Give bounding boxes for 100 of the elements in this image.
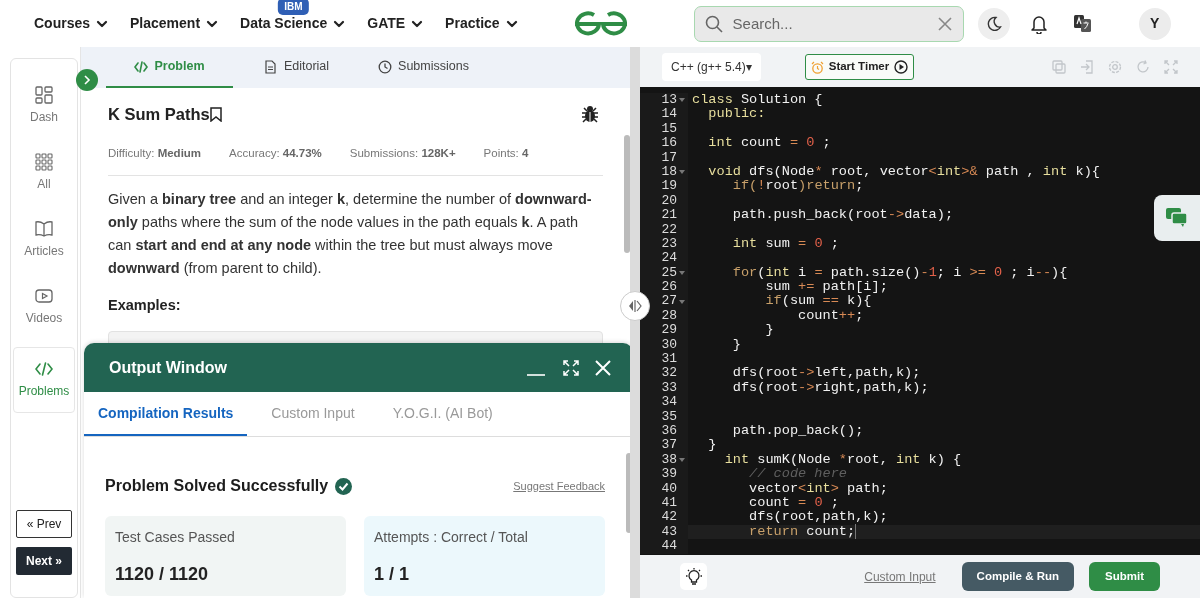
line-number: 42: [661, 510, 677, 525]
line-number: 34: [661, 395, 677, 410]
line-number: 20: [661, 193, 677, 209]
code-line: count = 0 ;: [748, 495, 839, 511]
language-dropdown[interactable]: C++ (g++ 5.4)▾: [662, 53, 761, 81]
line-number: 44: [661, 539, 677, 554]
document-icon: [263, 59, 278, 74]
problem-stat: Points: 4: [483, 145, 529, 161]
line-number: 35: [661, 409, 677, 424]
custom-input-link[interactable]: Custom Input: [864, 567, 936, 586]
sidebar-item[interactable]: Dash: [13, 79, 75, 133]
output-tab[interactable]: Compilation Results: [84, 392, 248, 436]
panel-tab[interactable]: Editorial: [233, 47, 360, 88]
panel-tab[interactable]: Submissions: [360, 47, 487, 88]
line-number: 22: [661, 222, 677, 237]
dashboard-icon: [35, 86, 53, 104]
fold-caret-icon: [678, 170, 685, 175]
code-line: class Solution {: [691, 93, 823, 108]
code-line: vector<int> path;: [748, 481, 888, 496]
success-message: Problem Solved Successfully: [105, 476, 329, 496]
scrollbar[interactable]: [624, 135, 630, 253]
code-line: if(!root)return;: [731, 179, 864, 194]
line-number: 23: [661, 236, 677, 252]
code-line: int sum = 0 ;: [731, 236, 839, 252]
menu-badge: IBM: [278, 0, 309, 15]
copy-icon: [1052, 60, 1066, 74]
nav-menu-item[interactable]: GATE: [367, 13, 424, 34]
bell-icon: [1029, 13, 1048, 34]
sidebar-item[interactable]: All: [13, 146, 75, 200]
fold-caret-icon: [678, 299, 685, 304]
search-field[interactable]: Search...: [693, 5, 964, 42]
next-button[interactable]: Next »: [16, 547, 72, 575]
settings-icon: [1108, 60, 1122, 74]
close-button[interactable]: [595, 359, 611, 376]
submit-button[interactable]: Submit: [1089, 561, 1160, 592]
refresh-icon: [1136, 60, 1150, 74]
import-icon: [1080, 60, 1094, 74]
bug-icon: [581, 105, 599, 124]
fullscreen-icon: [1164, 60, 1178, 74]
chat-button[interactable]: [1154, 195, 1200, 241]
problem-stat: Submissions: 128K+: [349, 145, 456, 161]
line-number: 31: [661, 352, 677, 367]
line-number: 30: [661, 337, 677, 353]
line-number: 29: [661, 323, 677, 338]
nav-menu-item[interactable]: Courses: [34, 13, 109, 34]
line-number: 17: [661, 150, 677, 165]
line-number: 41: [661, 495, 677, 511]
fullscreen-icon: [563, 359, 579, 376]
nav-menu-item[interactable]: Data Science: [240, 13, 346, 34]
video-icon: [35, 287, 53, 305]
line-number: 13: [661, 93, 677, 108]
alarm-clock-icon: [810, 60, 824, 74]
line-number: 18: [661, 164, 677, 180]
nav-menu-item[interactable]: Placement: [130, 13, 219, 34]
theme-toggle-button[interactable]: [977, 7, 1010, 40]
code-line: for(int i = path.size()-1; i >= 0 ; i--){: [731, 265, 1068, 281]
resize-icon: [628, 300, 642, 312]
problem-stat: Accuracy: 44.73%: [229, 145, 322, 161]
fold-caret-icon: [678, 270, 685, 275]
translate-icon: [1073, 15, 1091, 32]
code-line: }: [707, 438, 717, 453]
close-icon: [937, 16, 952, 31]
line-number: 37: [661, 438, 677, 453]
panel-tab[interactable]: Problem: [106, 47, 233, 88]
chat-icon: [1166, 208, 1188, 228]
line-number: 24: [661, 251, 677, 266]
result-label: Test Cases Passed: [115, 528, 236, 547]
avatar[interactable]: Y: [1138, 7, 1171, 40]
resize-handle[interactable]: [620, 291, 650, 321]
sidebar-item[interactable]: Articles: [13, 213, 75, 267]
line-number: 26: [661, 280, 677, 295]
start-timer-button[interactable]: Start Timer: [804, 54, 915, 80]
code-line: count++;: [797, 308, 864, 324]
line-number: 25: [661, 265, 677, 281]
hint-button[interactable]: [680, 563, 707, 590]
line-number: 16: [661, 136, 677, 151]
sidebar-item[interactable]: Problems: [13, 347, 75, 413]
minimize-button[interactable]: [527, 373, 545, 376]
code-line: dfs(root->right,path,k);: [731, 380, 929, 396]
problem-stat: Difficulty: Medium: [108, 145, 202, 161]
check-circle-icon: [335, 477, 353, 495]
line-number: 39: [661, 467, 677, 482]
line-number: 32: [661, 366, 677, 381]
result-label: Attempts : Correct / Total: [374, 528, 529, 547]
line-number: 14: [661, 107, 677, 122]
code-icon: [134, 59, 149, 74]
clock-icon: [378, 59, 393, 74]
line-number: 15: [661, 121, 677, 137]
code-line: path.push_back(root->data);: [731, 208, 954, 223]
feedback-link[interactable]: Suggest Feedback: [513, 477, 605, 495]
compile-run-button[interactable]: Compile & Run: [961, 561, 1074, 592]
code-line: public:: [707, 107, 766, 122]
window-title: Output Window: [109, 357, 229, 378]
nav-menu-item[interactable]: Practice: [445, 13, 518, 34]
code-line: dfs(root,path,k);: [748, 510, 888, 525]
code-line: }: [764, 323, 774, 338]
prev-button[interactable]: « Prev: [16, 510, 72, 538]
play-icon: [894, 60, 909, 74]
sidebar-item[interactable]: Videos: [13, 280, 75, 334]
problem-description: Given a binary tree and an integer k, determine the number of downward-only paths where the sum of the node values in the path equals k. A path can start and end at any node within the tree but must always move downward (from parent to child).: [108, 190, 593, 278]
